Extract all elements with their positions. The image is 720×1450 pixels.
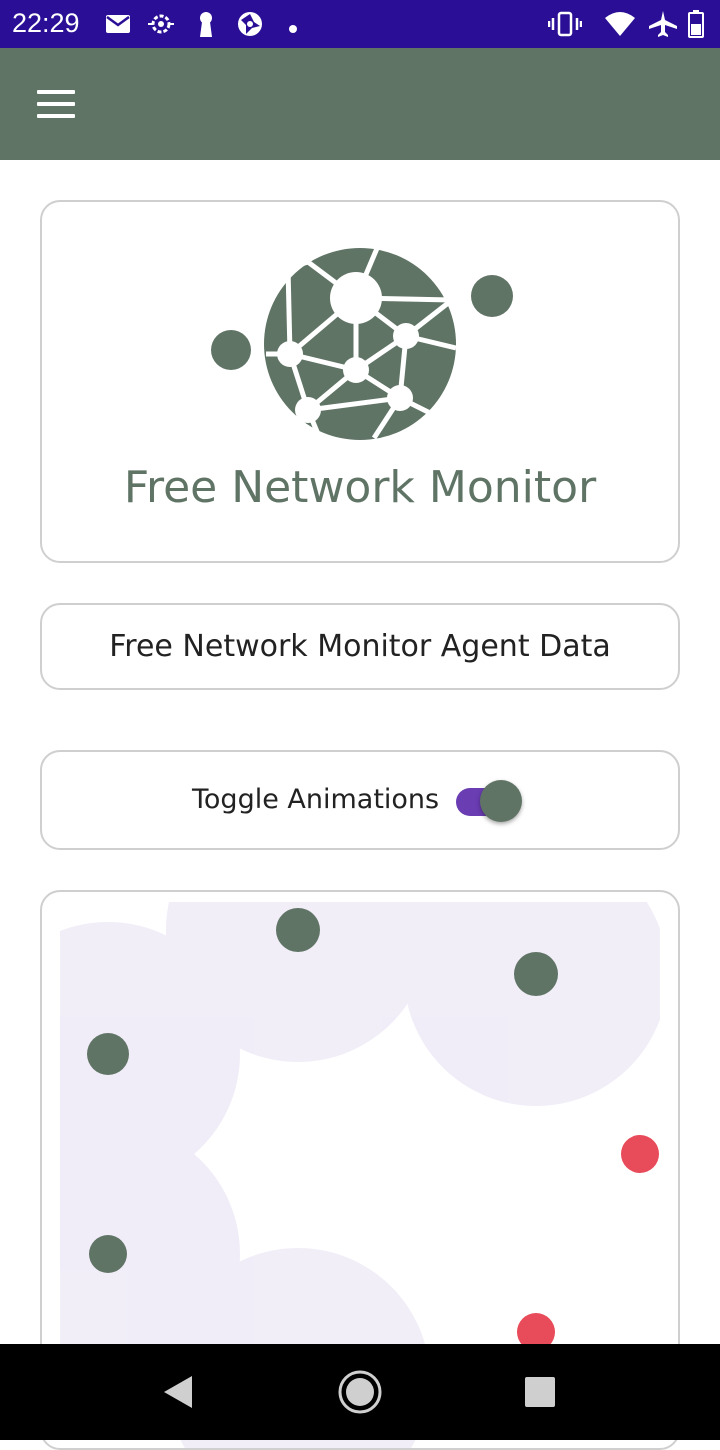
home-icon[interactable] <box>336 1368 384 1416</box>
pulse-ring <box>404 902 660 1106</box>
node-up <box>87 1033 129 1075</box>
node-down <box>621 1135 659 1173</box>
status-bar: 22:29 <box>0 0 720 48</box>
aperture-icon <box>236 10 264 42</box>
logo-card: Free Network Monitor <box>40 200 680 563</box>
node-up <box>276 908 320 952</box>
toggle-animations-card: Toggle Animations <box>40 750 680 850</box>
airplane-icon <box>648 10 678 42</box>
app-title: Free Network Monitor <box>123 462 597 513</box>
recents-icon[interactable] <box>516 1368 564 1416</box>
keyhole-icon <box>196 10 216 42</box>
agent-data-button[interactable]: Free Network Monitor Agent Data <box>40 603 680 690</box>
battery-icon <box>688 10 704 42</box>
toggle-thumb <box>480 780 522 822</box>
mail-icon <box>104 10 132 42</box>
app-bar <box>0 48 720 160</box>
dot-icon <box>288 19 298 38</box>
node-up <box>89 1235 127 1273</box>
hamburger-menu-icon[interactable] <box>30 84 82 124</box>
status-time: 22:29 <box>12 8 80 38</box>
toggle-animations-switch[interactable] <box>456 780 524 824</box>
wifi-icon <box>604 10 636 42</box>
vibrate-icon <box>547 10 583 42</box>
back-icon[interactable] <box>154 1368 202 1416</box>
node-up <box>514 952 558 996</box>
sync-gear-icon <box>146 10 176 42</box>
system-icons <box>547 10 708 38</box>
toggle-animations-label: Toggle Animations <box>192 784 440 815</box>
agent-data-label: Free Network Monitor Agent Data <box>109 629 611 664</box>
nav-bar <box>0 1344 720 1440</box>
network-globe-icon <box>211 245 513 440</box>
